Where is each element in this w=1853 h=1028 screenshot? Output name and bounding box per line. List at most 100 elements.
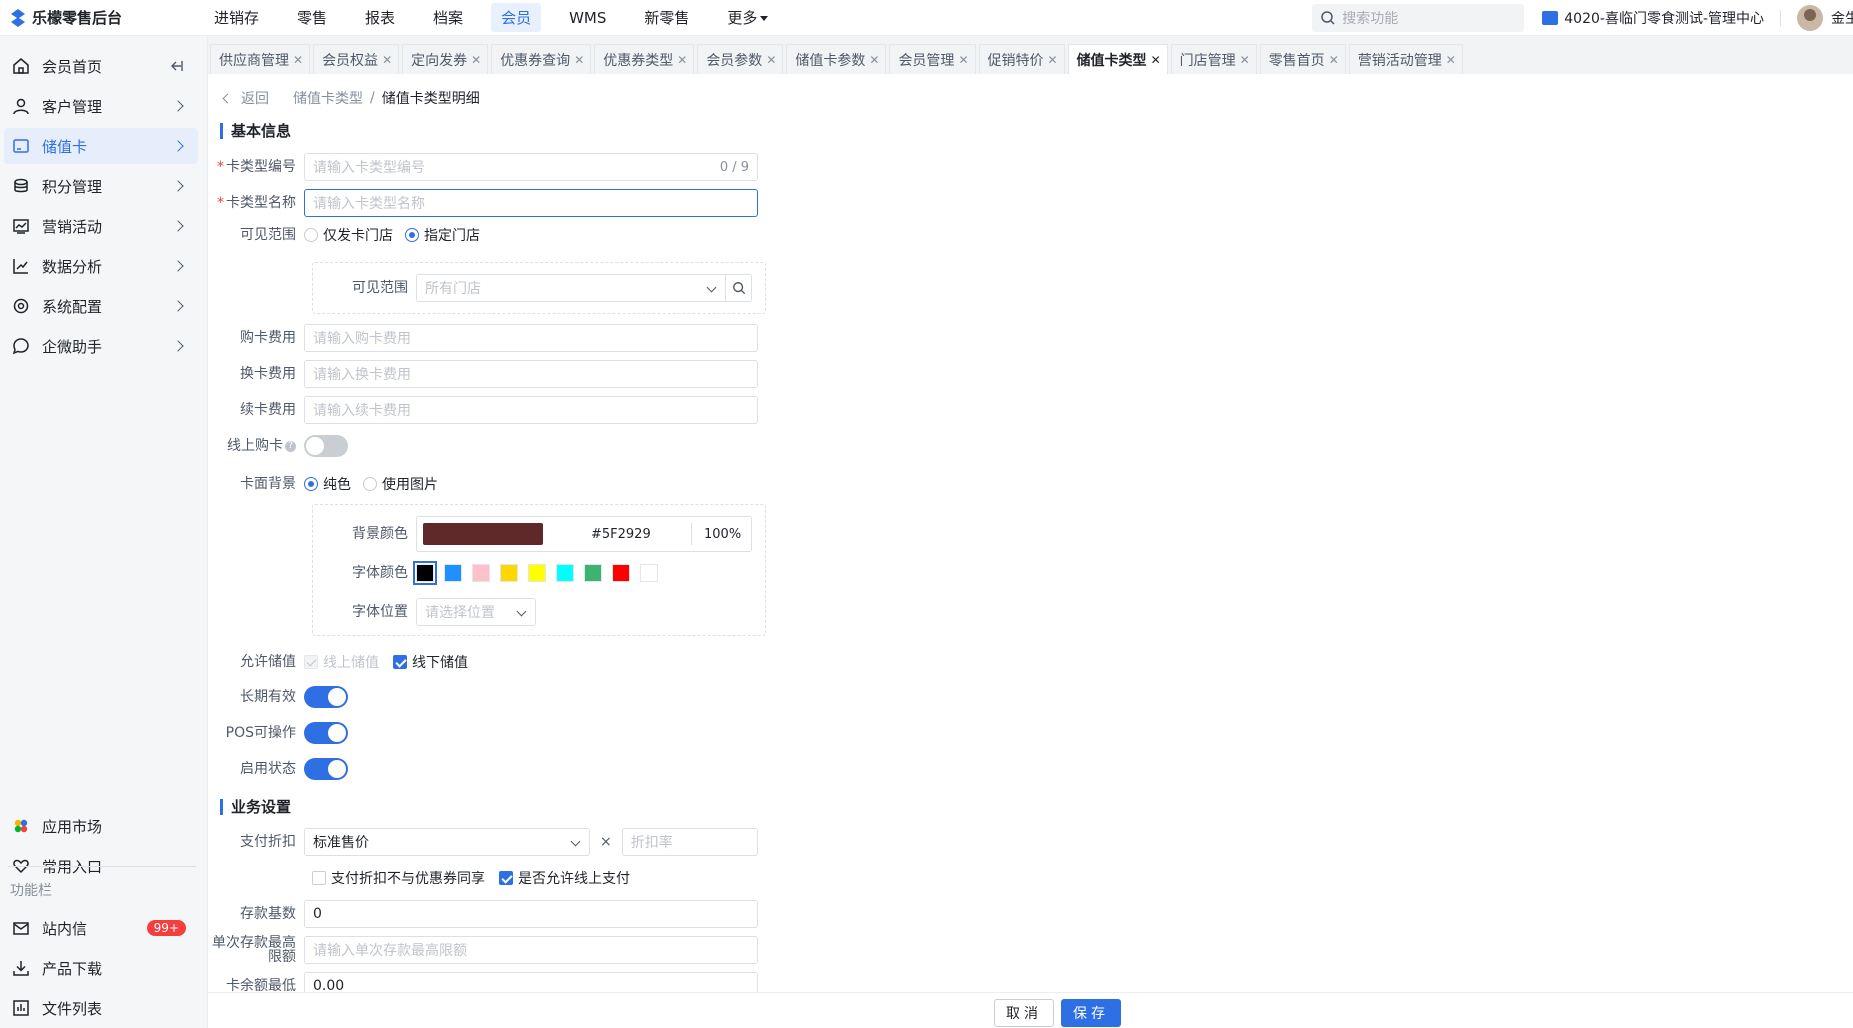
font-color-swatch[interactable]	[500, 564, 518, 582]
bg-color-picker[interactable]: #5F2929 100%	[416, 516, 752, 552]
pos-operable-switch[interactable]	[304, 722, 348, 744]
tab-coupon-type[interactable]: 优惠券类型 ✕	[594, 44, 695, 74]
nav-item-more[interactable]: 更多	[717, 3, 778, 32]
close-icon[interactable]: ✕	[766, 53, 776, 67]
deposit-base-input[interactable]: 0	[304, 900, 758, 928]
change-fee-input[interactable]: 请输入换卡费用	[304, 360, 758, 388]
scope-radio-specified-store[interactable]: 指定门店	[405, 225, 480, 245]
card-name-input[interactable]: 请输入卡类型名称	[304, 189, 758, 217]
online-buy-switch[interactable]	[304, 435, 348, 457]
font-color-swatch[interactable]	[640, 564, 658, 582]
card-code-input[interactable]: 请输入卡类型编号 0 / 9	[304, 153, 758, 181]
bg-radio-image[interactable]: 使用图片	[363, 474, 438, 494]
avatar[interactable]	[1797, 5, 1823, 31]
enable-status-switch[interactable]	[304, 758, 348, 780]
scope-radio-issuing-store[interactable]: 仅发卡门店	[304, 225, 393, 245]
scope-label: 可见范围	[240, 227, 296, 243]
buy-fee-label: 购卡费用	[240, 330, 296, 346]
sidebar-item-stored-value-card[interactable]: 储值卡	[4, 128, 198, 164]
function-search-input[interactable]: 搜索功能	[1312, 4, 1525, 32]
allow-online-pay-checkbox[interactable]: 是否允许线上支付	[499, 868, 630, 888]
close-icon[interactable]: ✕	[293, 53, 303, 67]
bg-radio-solid[interactable]: 纯色	[304, 474, 351, 494]
app-logo[interactable]: 乐檬零售后台	[0, 7, 200, 28]
font-position-select[interactable]: 请选择位置	[416, 598, 536, 626]
chevron-left-icon[interactable]	[222, 93, 233, 103]
sidebar-item-points[interactable]: 积分管理	[4, 168, 198, 204]
back-link[interactable]: 返回	[241, 88, 269, 108]
font-color-swatch[interactable]	[472, 564, 490, 582]
scope-store-select[interactable]: 所有门店	[416, 274, 752, 302]
nav-item-inventory[interactable]: 进销存	[204, 3, 269, 32]
deposit-online-checkbox[interactable]: 线上储值	[304, 652, 379, 672]
tab-card-type[interactable]: 储值卡类型 ✕	[1067, 44, 1168, 74]
tab-member-params[interactable]: 会员参数 ✕	[697, 44, 784, 74]
color-preview[interactable]	[423, 523, 543, 545]
long-valid-switch[interactable]	[304, 686, 348, 708]
sidebar-item-app-market[interactable]: 应用市场	[4, 808, 198, 844]
close-icon[interactable]: ✕	[574, 53, 584, 67]
nav-item-retail[interactable]: 零售	[287, 3, 337, 32]
close-icon[interactable]: ✕	[1446, 53, 1456, 67]
nav-item-new-retail[interactable]: 新零售	[634, 3, 699, 32]
nav-item-reports[interactable]: 报表	[355, 3, 405, 32]
tab-member-rights[interactable]: 会员权益 ✕	[313, 44, 400, 74]
pay-discount-select[interactable]: 标准售价	[304, 828, 590, 856]
sidebar-item-download[interactable]: 产品下载	[4, 950, 198, 986]
close-icon[interactable]: ✕	[1151, 53, 1161, 67]
color-opacity-value[interactable]: 100%	[691, 523, 741, 545]
tab-retail-home[interactable]: 零售首页 ✕	[1259, 44, 1346, 74]
close-icon[interactable]: ✕	[1329, 53, 1339, 67]
close-icon[interactable]: ✕	[1048, 53, 1058, 67]
tab-promotion-price[interactable]: 促销特价 ✕	[978, 44, 1065, 74]
sidebar-item-inbox[interactable]: 站内信 99+	[4, 910, 198, 946]
font-color-swatch[interactable]	[528, 564, 546, 582]
buy-fee-input[interactable]: 请输入购卡费用	[304, 324, 758, 352]
deposit-offline-checkbox[interactable]: 线下储值	[393, 652, 468, 672]
color-hex-value[interactable]: #5F2929	[591, 527, 691, 542]
nav-item-member[interactable]: 会员	[491, 3, 542, 32]
tab-supplier[interactable]: 供应商管理 ✕	[210, 44, 311, 74]
store-selector[interactable]: 4020-喜临门零食测试-管理中心	[1542, 8, 1764, 28]
save-button[interactable]: 保存	[1061, 999, 1121, 1027]
sidebar-item-customers[interactable]: 客户管理	[4, 88, 198, 124]
tab-store-management[interactable]: 门店管理 ✕	[1170, 44, 1257, 74]
sidebar-item-system-config[interactable]: 系统配置	[4, 288, 198, 324]
sidebar-item-marketing[interactable]: 营销活动	[4, 208, 198, 244]
close-icon[interactable]: ✕	[677, 53, 687, 67]
max-deposit-input[interactable]: 请输入单次存款最高限额	[304, 936, 758, 964]
cancel-button[interactable]: 取消	[994, 999, 1054, 1027]
close-icon[interactable]: ✕	[382, 53, 392, 67]
form-row-discount-options: 支付折扣不与优惠券同享 是否允许线上支付	[312, 868, 644, 888]
tab-label: 零售首页	[1268, 52, 1325, 69]
breadcrumb-parent[interactable]: 储值卡类型	[293, 88, 363, 108]
font-color-swatch[interactable]	[444, 564, 462, 582]
nav-item-archive[interactable]: 档案	[423, 3, 473, 32]
no-coupon-share-checkbox[interactable]: 支付折扣不与优惠券同享	[312, 868, 485, 888]
tab-coupon-query[interactable]: 优惠券查询 ✕	[491, 44, 592, 74]
font-color-swatch[interactable]	[413, 561, 437, 585]
tab-targeted-coupon[interactable]: 定向发券 ✕	[402, 44, 489, 74]
tab-card-params[interactable]: 储值卡参数 ✕	[786, 44, 887, 74]
sidebar-item-files[interactable]: 文件列表	[4, 990, 198, 1026]
discount-rate-input[interactable]: 折扣率	[621, 828, 758, 856]
close-icon[interactable]: ✕	[869, 53, 879, 67]
help-icon[interactable]: ?	[285, 440, 296, 452]
close-icon[interactable]: ✕	[958, 53, 968, 67]
close-icon[interactable]: ✕	[471, 53, 481, 67]
font-color-swatch[interactable]	[556, 564, 574, 582]
checkbox-label: 是否允许线上支付	[518, 871, 630, 887]
font-color-swatch[interactable]	[612, 564, 630, 582]
sidebar-item-analytics[interactable]: 数据分析	[4, 248, 198, 284]
user-name[interactable]: 金生	[1831, 8, 1853, 28]
close-icon[interactable]: ✕	[1240, 53, 1250, 67]
sidebar-item-member-home[interactable]: 会员首页	[4, 48, 198, 84]
tab-marketing-management[interactable]: 营销活动管理 ✕	[1348, 44, 1463, 74]
renew-fee-input[interactable]: 请输入续卡费用	[304, 396, 758, 424]
store-search-button[interactable]	[725, 275, 751, 301]
sidebar-item-wecom-assistant[interactable]: 企微助手	[4, 328, 198, 364]
font-color-swatch[interactable]	[584, 564, 602, 582]
nav-item-wms[interactable]: WMS	[559, 5, 616, 31]
collapse-sidebar-icon[interactable]	[170, 59, 184, 73]
tab-member-management[interactable]: 会员管理 ✕	[889, 44, 976, 74]
